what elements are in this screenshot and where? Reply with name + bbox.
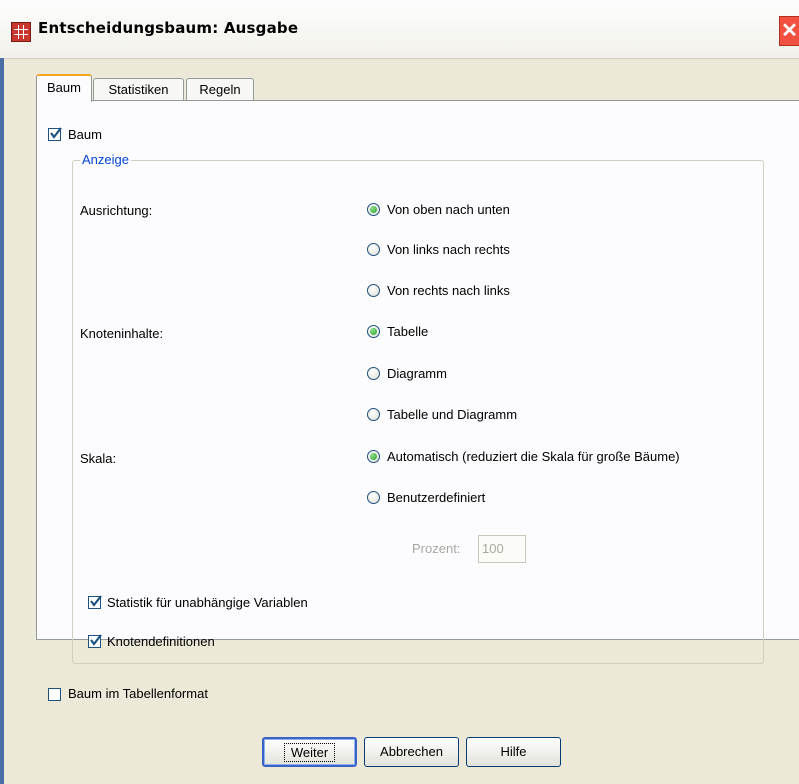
node-definitions-label: Knotendefinitionen: [107, 634, 215, 649]
node-contents-radio-table[interactable]: [367, 325, 380, 338]
tab-statistiken[interactable]: Statistiken: [93, 78, 184, 101]
tree-checkbox[interactable]: [48, 127, 62, 141]
close-icon[interactable]: ✕: [779, 16, 799, 46]
table-format-label: Baum im Tabellenformat: [68, 686, 208, 701]
scale-radio-automatic[interactable]: [367, 450, 380, 463]
orientation-option-right-left: Von rechts nach links: [387, 283, 510, 298]
orientation-radio-top-down[interactable]: [367, 203, 380, 216]
scale-radio-custom[interactable]: [367, 491, 380, 504]
continue-button-label: Weiter: [283, 743, 336, 762]
tab-baum[interactable]: Baum: [36, 74, 92, 102]
table-format-checkbox[interactable]: [48, 688, 61, 701]
node-definitions-checkbox[interactable]: [88, 634, 102, 648]
stats-independent-label: Statistik für unabhängige Variablen: [107, 595, 308, 610]
orientation-label: Ausrichtung:: [80, 203, 153, 218]
orientation-radio-right-left[interactable]: [367, 284, 380, 297]
node-contents-option-table-chart: Tabelle und Diagramm: [387, 407, 518, 422]
title-bar[interactable]: Entscheidungsbaum: Ausgabe ✕: [0, 0, 799, 59]
help-button[interactable]: Hilfe: [466, 737, 561, 767]
dialog-window: Entscheidungsbaum: Ausgabe ✕ Baum Statis…: [0, 0, 799, 784]
orientation-option-left-right: Von links nach rechts: [387, 242, 510, 257]
orientation-radio-left-right[interactable]: [367, 243, 380, 256]
percent-label: Prozent:: [412, 541, 461, 556]
tree-checkbox-label: Baum: [68, 127, 102, 142]
percent-input[interactable]: 100: [478, 535, 526, 563]
window-title: Entscheidungsbaum: Ausgabe: [38, 19, 299, 37]
display-group-title: Anzeige: [80, 152, 131, 167]
continue-button[interactable]: Weiter: [262, 737, 357, 767]
scale-option-custom: Benutzerdefiniert: [387, 490, 486, 505]
cancel-button[interactable]: Abbrechen: [364, 737, 459, 767]
orientation-option-top-down: Von oben nach unten: [387, 202, 510, 217]
node-contents-label: Knoteninhalte:: [80, 326, 164, 341]
tab-regeln[interactable]: Regeln: [186, 78, 254, 101]
node-contents-option-chart: Diagramm: [387, 366, 447, 381]
node-contents-option-table: Tabelle: [387, 324, 429, 339]
scale-option-automatic: Automatisch (reduziert die Skala für gro…: [387, 449, 680, 464]
scale-label: Skala:: [80, 451, 117, 466]
node-contents-radio-table-chart[interactable]: [367, 408, 380, 421]
window-border: [0, 58, 4, 784]
stats-independent-checkbox[interactable]: [88, 595, 102, 609]
node-contents-radio-chart[interactable]: [367, 367, 380, 380]
spss-table-icon: [11, 22, 31, 42]
